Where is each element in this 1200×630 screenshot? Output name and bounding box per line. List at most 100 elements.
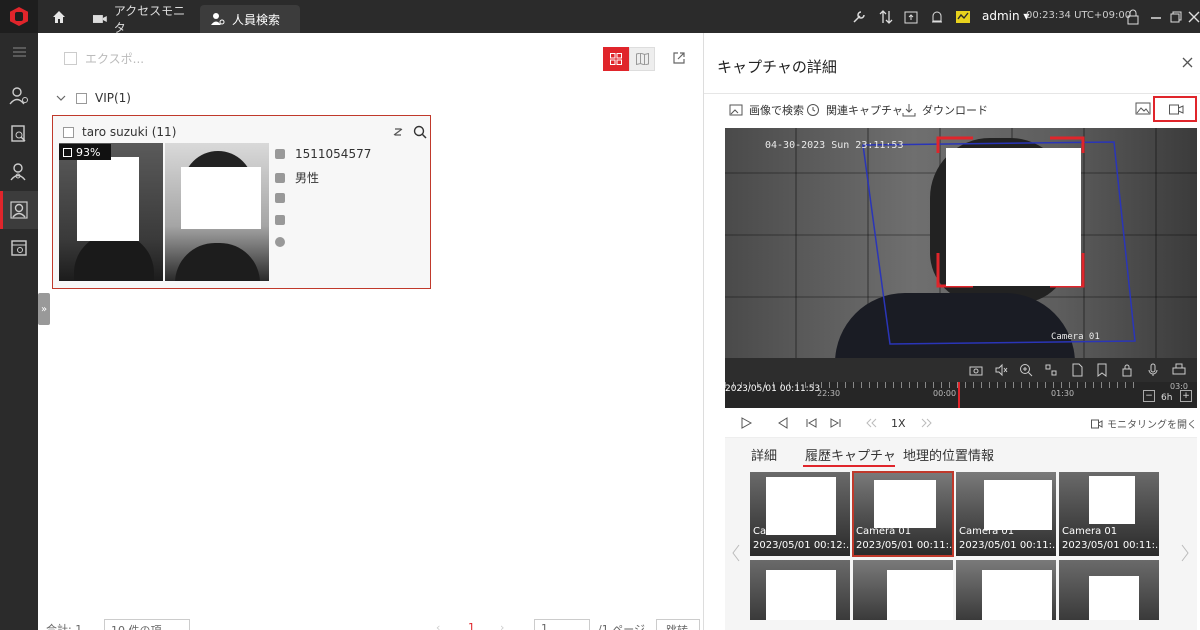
capture-thumbnail[interactable]: Camera 01 2023/05/01 00:11:...: [1059, 472, 1159, 556]
snapshot-camera-icon[interactable]: [969, 363, 983, 377]
registered-face-photo[interactable]: [59, 143, 163, 281]
capture-thumbnail[interactable]: Camera 01 2023/05/01 00:11:...: [956, 472, 1056, 556]
group-vip[interactable]: VIP(1): [56, 91, 131, 105]
reverse-play-icon[interactable]: [777, 417, 789, 429]
capture-camera: Camera 01: [959, 526, 1015, 537]
nav-capture-library-icon[interactable]: [0, 229, 38, 267]
grid-view-button[interactable]: [603, 47, 629, 71]
zoom-out-timeline-button[interactable]: −: [1143, 390, 1155, 402]
microphone-icon[interactable]: [1146, 363, 1160, 377]
open-external-icon[interactable]: [672, 51, 686, 65]
video-player[interactable]: 04-30-2023 Sun 23:11:53 Camera 01: [725, 128, 1197, 358]
wrench-icon[interactable]: [851, 9, 867, 25]
playback-timeline[interactable]: 2023/05/01 00:11:53 22:30 00:00 01:30 03…: [725, 382, 1197, 408]
frame-forward-icon[interactable]: [830, 417, 842, 429]
tab-person-search[interactable]: 人員検索: [200, 5, 300, 33]
restore-icon[interactable]: [1168, 9, 1184, 25]
speed-up-icon[interactable]: [921, 417, 933, 429]
picture-mode-icon[interactable]: [1132, 99, 1154, 119]
link-compare-icon[interactable]: [391, 125, 405, 139]
page-number-input[interactable]: 1: [534, 619, 590, 630]
close-icon[interactable]: [1182, 57, 1193, 68]
play-icon[interactable]: [740, 417, 752, 429]
print-icon[interactable]: [1172, 363, 1186, 377]
search-by-image-button[interactable]: 画像で検索: [729, 102, 804, 118]
person-search-icon: [211, 13, 225, 25]
timeline-cursor[interactable]: [958, 382, 960, 408]
home-icon[interactable]: [52, 10, 66, 24]
chevron-right-icon[interactable]: [1180, 543, 1190, 563]
group-checkbox[interactable]: [76, 92, 87, 104]
lock-icon[interactable]: [1120, 363, 1134, 377]
chevron-left-icon[interactable]: [731, 543, 741, 563]
minimize-icon[interactable]: [1148, 9, 1164, 25]
app-logo-icon[interactable]: [0, 0, 38, 33]
info-remarks: [275, 237, 295, 247]
video-mode-button[interactable]: [1153, 96, 1197, 122]
related-capture-button[interactable]: 関連キャプチャ: [806, 102, 903, 118]
capture-thumbnail[interactable]: [956, 560, 1056, 620]
menu-icon[interactable]: [13, 47, 26, 57]
face-mask: [77, 157, 139, 241]
capture-thumbnail[interactable]: Camera 01 2023/05/01 00:12:...: [750, 472, 850, 556]
capture-datetime: 2023/05/01 00:11:...: [1062, 540, 1159, 551]
search-icon[interactable]: [413, 125, 427, 139]
clock: 00:23:34 UTC+09:00: [1026, 10, 1132, 21]
nav-face-search-icon[interactable]: [0, 153, 38, 191]
frame-back-icon[interactable]: [805, 417, 817, 429]
upload-box-icon[interactable]: [903, 9, 919, 25]
captured-face-photo[interactable]: [165, 143, 269, 281]
nav-person-search-icon[interactable]: [0, 191, 38, 229]
capture-camera: Camera 01: [856, 526, 912, 537]
enhance-icon[interactable]: [1044, 363, 1058, 377]
search-results-panel: エクスポ... VIP(1) taro suzuki (11) 93% 1511…: [38, 33, 703, 630]
email-icon: [275, 193, 285, 203]
face-mask: [1089, 476, 1135, 524]
zoom-in-timeline-button[interactable]: +: [1180, 390, 1192, 402]
capture-thumbnail-selected[interactable]: Camera 01 2023/05/01 00:11:...: [852, 471, 954, 557]
lock-icon[interactable]: [1125, 9, 1141, 25]
tab-access-monitor[interactable]: アクセスモニタ: [84, 4, 196, 35]
user-menu[interactable]: admin ▾: [982, 9, 1029, 23]
export-label: エクスポ...: [85, 52, 145, 66]
per-page-select[interactable]: 10 件の項...: [104, 619, 190, 630]
nav-person-icon[interactable]: [0, 77, 38, 115]
capture-thumbnail[interactable]: [750, 560, 850, 620]
person-checkbox[interactable]: [63, 126, 74, 138]
slow-down-icon[interactable]: [865, 417, 877, 429]
monitor-status-icon[interactable]: [955, 9, 971, 25]
close-window-icon[interactable]: [1186, 9, 1200, 25]
image-search-icon: [729, 104, 743, 116]
mute-icon[interactable]: [994, 363, 1008, 377]
export-button[interactable]: エクスポ...: [64, 50, 144, 67]
alarm-bell-icon[interactable]: [929, 9, 945, 25]
tab-label: 人員検索: [232, 12, 281, 27]
top-bar: アクセスモニタ 人員検索 admin ▾ 00:23:34 UTC+09:00: [0, 0, 1200, 35]
zoom-in-icon[interactable]: [1019, 363, 1033, 377]
info-email: [275, 193, 295, 203]
current-page[interactable]: 1: [468, 621, 475, 630]
timeline-label: 01:30: [1051, 389, 1075, 398]
map-view-button[interactable]: [629, 47, 655, 71]
nav-record-search-icon[interactable]: [0, 115, 38, 153]
jump-button[interactable]: 跳转: [656, 619, 700, 630]
chevron-down-icon[interactable]: [56, 93, 66, 103]
download-button[interactable]: ダウンロード: [902, 102, 988, 118]
export-clip-icon[interactable]: [1070, 363, 1084, 377]
next-page-icon[interactable]: ›: [500, 621, 504, 630]
expand-panel-button[interactable]: »: [38, 293, 50, 325]
sort-arrows-icon[interactable]: [878, 9, 894, 25]
prev-page-icon[interactable]: ‹: [436, 621, 440, 630]
capture-thumbnail[interactable]: [1059, 560, 1159, 620]
tab-label: アクセスモニタ: [113, 4, 186, 35]
person-card[interactable]: taro suzuki (11) 93% 1511054577 男性: [52, 115, 431, 289]
tab-capture-history[interactable]: 履歴キャプチャ: [805, 445, 896, 464]
tab-details[interactable]: 詳細: [751, 445, 777, 464]
capture-thumbnail[interactable]: [853, 560, 953, 620]
video-camera-label: Camera 01: [1051, 332, 1100, 342]
open-monitoring-button[interactable]: モニタリングを開く: [1091, 416, 1197, 431]
timeline-current-time: 2023/05/01 00:11:53: [725, 384, 821, 394]
tab-location[interactable]: 地理的位置情報: [903, 445, 994, 464]
bookmark-icon[interactable]: [1095, 363, 1109, 377]
face-mask: [946, 148, 1081, 286]
